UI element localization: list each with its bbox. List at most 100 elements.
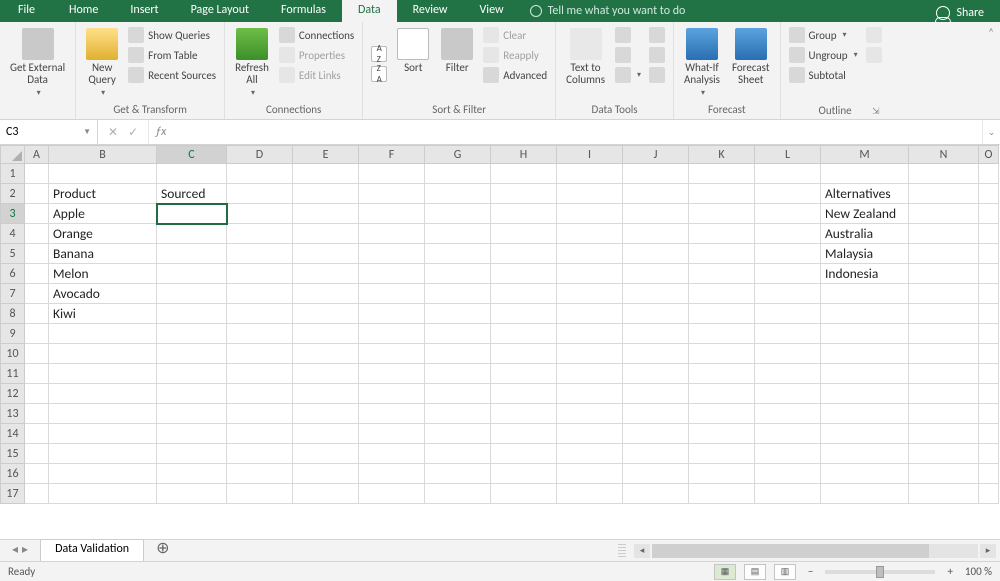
cell-B14[interactable] (49, 424, 157, 444)
cell-C17[interactable] (157, 484, 227, 504)
relationships-button[interactable] (647, 46, 667, 64)
new-query-button[interactable]: New Query ▾ (82, 26, 122, 102)
cell-F5[interactable] (359, 244, 425, 264)
filter-button[interactable]: Filter (437, 26, 477, 102)
cell-H17[interactable] (491, 484, 557, 504)
cell-N14[interactable] (909, 424, 979, 444)
forecast-sheet-button[interactable]: Forecast Sheet (728, 26, 774, 102)
cell-B4[interactable]: Orange (49, 224, 157, 244)
cell-D11[interactable] (227, 364, 293, 384)
normal-view-button[interactable]: ▦ (714, 564, 736, 580)
row-header-6[interactable]: 6 (1, 264, 25, 284)
cell-N6[interactable] (909, 264, 979, 284)
cell-A4[interactable] (25, 224, 49, 244)
row-header-11[interactable]: 11 (1, 364, 25, 384)
cell-A14[interactable] (25, 424, 49, 444)
cell-O6[interactable] (979, 264, 999, 284)
cell-C7[interactable] (157, 284, 227, 304)
cell-M2[interactable]: Alternatives (821, 184, 909, 204)
cell-M4[interactable]: Australia (821, 224, 909, 244)
cell-F1[interactable] (359, 164, 425, 184)
get-external-data-button[interactable]: Get External Data ▾ (6, 26, 69, 115)
cell-G8[interactable] (425, 304, 491, 324)
cell-D2[interactable] (227, 184, 293, 204)
share-button[interactable]: Share (920, 0, 1000, 22)
cell-A9[interactable] (25, 324, 49, 344)
cell-O5[interactable] (979, 244, 999, 264)
cell-B11[interactable] (49, 364, 157, 384)
ungroup-button[interactable]: Ungroup▾ (787, 46, 860, 64)
tell-me-search[interactable]: Tell me what you want to do (520, 0, 696, 22)
cell-D9[interactable] (227, 324, 293, 344)
column-header-L[interactable]: L (755, 146, 821, 164)
tab-review[interactable]: Review (397, 0, 464, 22)
cell-K6[interactable] (689, 264, 755, 284)
cell-I7[interactable] (557, 284, 623, 304)
cell-B16[interactable] (49, 464, 157, 484)
cell-N17[interactable] (909, 484, 979, 504)
consolidate-button[interactable] (647, 26, 667, 44)
cell-D7[interactable] (227, 284, 293, 304)
sheet-tab-data-validation[interactable]: Data Validation (40, 539, 144, 561)
cell-I6[interactable] (557, 264, 623, 284)
cell-M6[interactable]: Indonesia (821, 264, 909, 284)
column-header-E[interactable]: E (293, 146, 359, 164)
cell-A16[interactable] (25, 464, 49, 484)
cell-L3[interactable] (755, 204, 821, 224)
cell-K2[interactable] (689, 184, 755, 204)
cell-C13[interactable] (157, 404, 227, 424)
tab-view[interactable]: View (464, 0, 520, 22)
cell-D6[interactable] (227, 264, 293, 284)
cell-F11[interactable] (359, 364, 425, 384)
advanced-button[interactable]: Advanced (481, 66, 549, 84)
row-header-14[interactable]: 14 (1, 424, 25, 444)
cell-I11[interactable] (557, 364, 623, 384)
tab-scroll-next[interactable]: ▸ (22, 542, 28, 559)
remove-duplicates-button[interactable] (613, 46, 643, 64)
cell-D4[interactable] (227, 224, 293, 244)
cell-N3[interactable] (909, 204, 979, 224)
cell-C6[interactable] (157, 264, 227, 284)
cell-F9[interactable] (359, 324, 425, 344)
cell-N7[interactable] (909, 284, 979, 304)
cell-E5[interactable] (293, 244, 359, 264)
cell-I3[interactable] (557, 204, 623, 224)
cell-H8[interactable] (491, 304, 557, 324)
cell-D8[interactable] (227, 304, 293, 324)
cell-J5[interactable] (623, 244, 689, 264)
cell-M14[interactable] (821, 424, 909, 444)
cell-O1[interactable] (979, 164, 999, 184)
cell-K7[interactable] (689, 284, 755, 304)
column-header-K[interactable]: K (689, 146, 755, 164)
cell-N5[interactable] (909, 244, 979, 264)
cell-I2[interactable] (557, 184, 623, 204)
cell-E11[interactable] (293, 364, 359, 384)
cell-B3[interactable]: Apple (49, 204, 157, 224)
cell-E16[interactable] (293, 464, 359, 484)
tab-formulas[interactable]: Formulas (265, 0, 342, 22)
cell-G17[interactable] (425, 484, 491, 504)
cell-L2[interactable] (755, 184, 821, 204)
cell-A3[interactable] (25, 204, 49, 224)
cell-K9[interactable] (689, 324, 755, 344)
cell-G3[interactable] (425, 204, 491, 224)
cell-D16[interactable] (227, 464, 293, 484)
row-header-13[interactable]: 13 (1, 404, 25, 424)
cell-C12[interactable] (157, 384, 227, 404)
cell-B6[interactable]: Melon (49, 264, 157, 284)
page-break-view-button[interactable]: ▥ (774, 564, 796, 580)
cell-E8[interactable] (293, 304, 359, 324)
cell-B13[interactable] (49, 404, 157, 424)
column-header-O[interactable]: O (979, 146, 999, 164)
cell-M12[interactable] (821, 384, 909, 404)
cell-B9[interactable] (49, 324, 157, 344)
zoom-slider[interactable] (825, 570, 935, 574)
cell-F10[interactable] (359, 344, 425, 364)
row-header-16[interactable]: 16 (1, 464, 25, 484)
cell-L14[interactable] (755, 424, 821, 444)
column-header-B[interactable]: B (49, 146, 157, 164)
row-header-15[interactable]: 15 (1, 444, 25, 464)
cell-J12[interactable] (623, 384, 689, 404)
cell-J16[interactable] (623, 464, 689, 484)
cell-G16[interactable] (425, 464, 491, 484)
